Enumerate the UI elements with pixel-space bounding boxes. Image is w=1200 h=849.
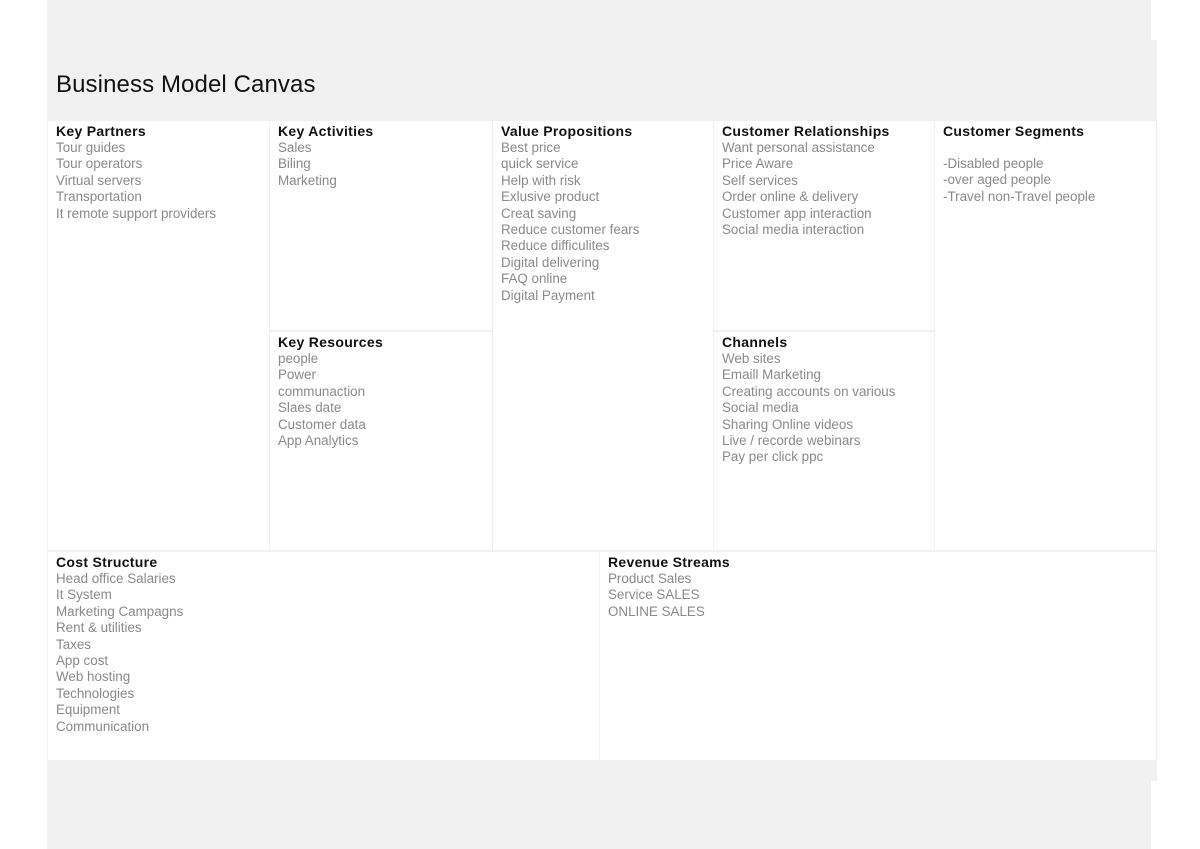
list-item: Power — [278, 367, 316, 383]
list-item: Rent & utilities — [56, 620, 142, 636]
list-item: Tour operators — [56, 156, 143, 172]
block-key-resources: Key Resources people Power communaction Sla… — [270, 332, 492, 550]
list-item: Social media — [722, 400, 799, 416]
list-item: Want personal assistance — [722, 140, 875, 155]
list-item: Product Sales — [608, 571, 692, 586]
block-revenue-streams: Revenue Streams Product Sales Service SAL… — [600, 552, 1156, 760]
list-item: Marketing Campagns — [56, 603, 184, 619]
list-item: Head office Salaries — [56, 571, 176, 586]
list-item: Customer data — [278, 416, 366, 432]
item-list: Sales Biling Marketing — [278, 140, 484, 189]
list-item: communaction — [278, 383, 366, 399]
item-list: Product Sales Service SALES ONLINE SALES — [608, 571, 1148, 620]
block-heading: Key Partners — [56, 123, 146, 139]
list-item: ONLINE SALES — [608, 603, 705, 619]
list-item: Order online & delivery — [722, 189, 859, 205]
list-item: -over aged people — [943, 172, 1051, 188]
list-item: Taxes — [56, 636, 91, 652]
list-item: Web hosting — [56, 669, 131, 685]
list-item: Reduce customer fears — [501, 222, 640, 238]
list-item: Slaes date — [278, 400, 342, 416]
item-list: Tour guides Tour operators Virtual servers… — [56, 140, 261, 222]
block-heading: Customer Relationships — [722, 123, 890, 139]
list-item: App cost — [56, 653, 109, 669]
list-item: Social media interaction — [722, 222, 865, 238]
list-item: Creating accounts on various — [722, 383, 896, 399]
block-customer-segments: Customer Segments -Disabled people -over … — [935, 121, 1156, 550]
list-item: -Disabled people — [943, 156, 1044, 171]
list-item: Equipment — [56, 702, 121, 718]
block-heading: Key Resources — [278, 334, 384, 350]
list-item: Help with risk — [501, 172, 581, 188]
page-title: Business Model Canvas — [56, 71, 316, 98]
block-customer-relationships: Customer Relationships Want personal ass… — [714, 121, 934, 330]
list-item: It System — [56, 587, 112, 603]
list-item: quick service — [501, 156, 579, 172]
list-item: Sharing Online videos — [722, 416, 854, 432]
block-heading: Revenue Streams — [608, 554, 731, 570]
list-item: Marketing — [278, 172, 337, 188]
list-item: Exlusive product — [501, 189, 600, 205]
list-item: Virtual servers — [56, 172, 142, 188]
list-item: Live / recorde webinars — [722, 433, 861, 449]
block-value-propositions: Value Propositions Best price quick servi… — [493, 121, 713, 550]
list-item: Best price — [501, 140, 561, 155]
item-list: -Disabled people -over aged people -Travel… — [943, 156, 1148, 205]
list-item: Communication — [56, 718, 150, 734]
block-heading: Customer Segments — [943, 123, 1085, 139]
block-cost-structure: Cost Structure Head office Salaries It Sy… — [48, 552, 599, 760]
list-item: Service SALES — [608, 587, 700, 603]
item-list: Web sites Emaill Marketing Creating accoun… — [722, 351, 926, 466]
block-heading: Key Activities — [278, 123, 374, 139]
list-item: -Travel non-Travel people — [943, 188, 1096, 204]
block-key-partners: Key Partners Tour guides Tour operators Vi… — [48, 121, 269, 550]
item-list: Best price quick service Help with risk Exl… — [501, 140, 705, 304]
block-channels: Channels Web sites Emaill Marketing Creati… — [714, 332, 934, 550]
canvas-sheet: Business Model Canvas Key Partners Tour … — [47, 40, 1157, 781]
page-top-margin — [47, 0, 1151, 40]
block-heading: Cost Structure — [56, 554, 158, 570]
list-item: FAQ online — [501, 271, 568, 287]
list-item: Digital Payment — [501, 287, 595, 303]
list-item: Creat saving — [501, 205, 577, 221]
block-key-activities: Key Activities Sales Biling Marketing — [270, 121, 492, 330]
item-list: people Power communaction Slaes date Custome… — [278, 351, 484, 449]
page-bottom-margin — [47, 781, 1151, 849]
list-item: Customer app interaction — [722, 205, 872, 221]
list-item: Digital delivering — [501, 254, 600, 270]
list-item: Reduce difficulites — [501, 238, 610, 254]
item-list: Head office Salaries It System Marketing C… — [56, 571, 591, 735]
list-item: Transportation — [56, 189, 142, 205]
list-item: Technologies — [56, 685, 135, 701]
list-item: people — [278, 351, 319, 366]
block-heading: Value Propositions — [501, 123, 633, 139]
list-item: Sales — [278, 140, 312, 155]
list-item: Pay per click ppc — [722, 449, 824, 465]
list-item: Price Aware — [722, 156, 794, 172]
list-item: App Analytics — [278, 433, 359, 449]
list-item: Biling — [278, 156, 311, 172]
list-item: Emaill Marketing — [722, 367, 821, 383]
block-heading: Channels — [722, 334, 788, 350]
item-list: Want personal assistance Price Aware Self … — [722, 140, 926, 238]
list-item: Web sites — [722, 351, 781, 366]
list-item: Tour guides — [56, 140, 126, 155]
list-item: It remote support providers — [56, 205, 217, 221]
list-item: Self services — [722, 172, 798, 188]
